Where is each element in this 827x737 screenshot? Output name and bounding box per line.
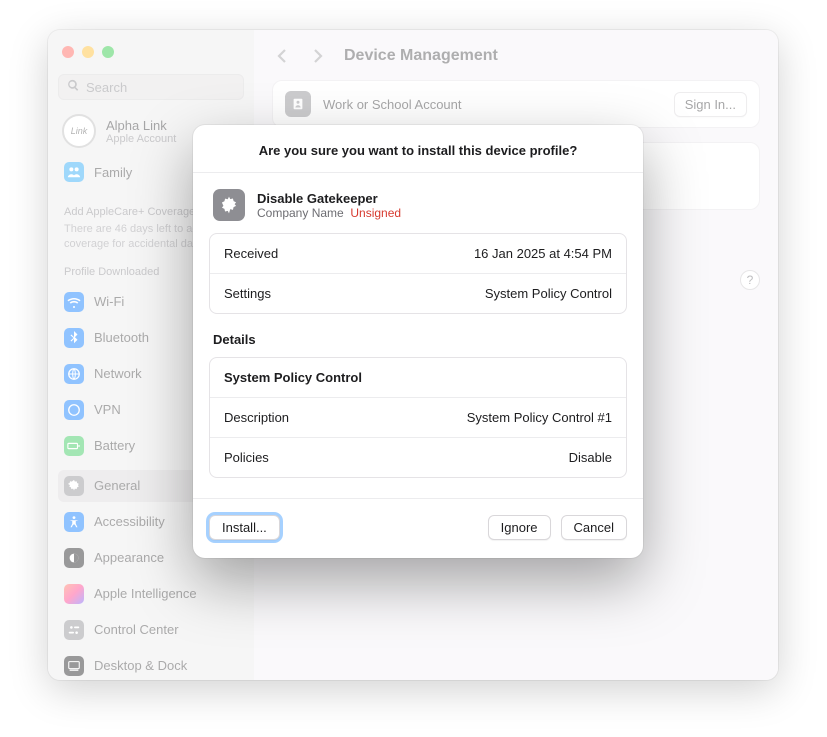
sidebar-item-apple-intelligence[interactable]: Apple Intelligence bbox=[58, 578, 244, 610]
row-value: System Policy Control bbox=[485, 286, 612, 301]
sidebar-item-label: General bbox=[94, 478, 140, 493]
profile-summary-table: Received16 Jan 2025 at 4:54 PM SettingsS… bbox=[209, 233, 627, 314]
sidebar-item-label: VPN bbox=[94, 402, 121, 417]
sidebar-item-label: Battery bbox=[94, 438, 135, 453]
account-card-title: Work or School Account bbox=[323, 97, 662, 112]
minimize-window-button[interactable] bbox=[82, 46, 94, 58]
profile-name: Disable Gatekeeper bbox=[257, 191, 401, 206]
row-label: Settings bbox=[224, 286, 271, 301]
sidebar-item-label: Apple Intelligence bbox=[94, 586, 197, 601]
table-row: Policies Disable bbox=[210, 437, 626, 477]
table-row: Settings System Policy Control bbox=[210, 273, 626, 313]
sidebar-item-desktop-dock[interactable]: Desktop & Dock bbox=[58, 650, 244, 680]
sidebar-item-label: Wi-Fi bbox=[94, 294, 124, 309]
table-row: Description System Policy Control #1 bbox=[210, 397, 626, 437]
control-center-icon bbox=[64, 620, 84, 640]
desktop-dock-icon bbox=[64, 656, 84, 676]
profile-company: Company Name bbox=[257, 206, 344, 220]
wifi-icon bbox=[64, 292, 84, 312]
sidebar-item-label: Bluetooth bbox=[94, 330, 149, 345]
page-title: Device Management bbox=[344, 47, 498, 65]
bluetooth-icon bbox=[64, 328, 84, 348]
gear-icon bbox=[64, 476, 84, 496]
sidebar-item-label: Network bbox=[94, 366, 142, 381]
sidebar-item-label: Appearance bbox=[94, 550, 164, 565]
table-header-row: System Policy Control bbox=[210, 358, 626, 397]
network-icon bbox=[64, 364, 84, 384]
dialog-title: Are you sure you want to install this de… bbox=[193, 125, 643, 173]
row-value: 16 Jan 2025 at 4:54 PM bbox=[474, 246, 612, 261]
row-value: System Policy Control #1 bbox=[467, 410, 612, 425]
apple-intelligence-icon bbox=[64, 584, 84, 604]
details-heading: Details bbox=[209, 314, 627, 357]
profile-signed-status: Unsigned bbox=[350, 206, 401, 220]
detail-block-title: System Policy Control bbox=[224, 370, 362, 385]
row-label: Received bbox=[224, 246, 278, 261]
sidebar-item-label: Family bbox=[94, 165, 132, 180]
window-controls bbox=[58, 40, 244, 70]
search-placeholder: Search bbox=[86, 80, 127, 95]
search-input[interactable]: Search bbox=[58, 74, 244, 100]
help-button[interactable]: ? bbox=[740, 270, 760, 290]
appearance-icon bbox=[64, 548, 84, 568]
row-value: Disable bbox=[569, 450, 612, 465]
nav-forward-button[interactable] bbox=[308, 46, 328, 66]
row-label: Policies bbox=[224, 450, 269, 465]
sidebar-item-label: Accessibility bbox=[94, 514, 165, 529]
table-row: Received 16 Jan 2025 at 4:54 PM bbox=[210, 234, 626, 273]
zoom-window-button[interactable] bbox=[102, 46, 114, 58]
install-profile-dialog: Are you sure you want to install this de… bbox=[193, 125, 643, 558]
family-icon bbox=[64, 162, 84, 182]
row-label: Description bbox=[224, 410, 289, 425]
battery-icon bbox=[64, 436, 84, 456]
work-school-account-row: Work or School Account Sign In... bbox=[272, 80, 760, 128]
search-icon bbox=[67, 79, 80, 95]
nav-back-button[interactable] bbox=[272, 46, 292, 66]
sign-in-button[interactable]: Sign In... bbox=[674, 92, 747, 117]
vpn-icon bbox=[64, 400, 84, 420]
profile-details-table: System Policy Control Description System … bbox=[209, 357, 627, 478]
close-window-button[interactable] bbox=[62, 46, 74, 58]
ignore-button[interactable]: Ignore bbox=[488, 515, 551, 540]
user-name: Alpha Link bbox=[106, 118, 176, 133]
profile-badge-icon bbox=[285, 91, 311, 117]
install-button[interactable]: Install... bbox=[209, 515, 280, 540]
avatar: Link bbox=[62, 114, 96, 148]
sidebar-item-label: Control Center bbox=[94, 622, 179, 637]
sidebar-item-control-center[interactable]: Control Center bbox=[58, 614, 244, 646]
accessibility-icon bbox=[64, 512, 84, 532]
cancel-button[interactable]: Cancel bbox=[561, 515, 627, 540]
user-subtitle: Apple Account bbox=[106, 133, 176, 145]
sidebar-item-label: Desktop & Dock bbox=[94, 658, 187, 673]
profile-gear-icon bbox=[213, 189, 245, 221]
